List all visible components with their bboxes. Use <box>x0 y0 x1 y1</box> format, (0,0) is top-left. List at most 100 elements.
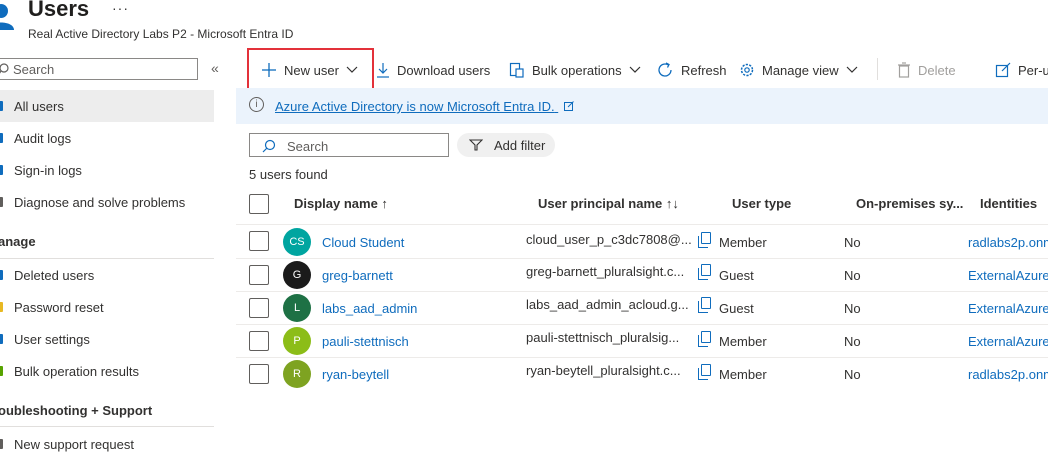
user-name-link[interactable]: labs_aad_admin <box>322 301 417 316</box>
user-name-link[interactable]: Cloud Student <box>322 235 404 250</box>
delete-button[interactable]: Delete <box>897 60 956 80</box>
gear-icon <box>740 63 754 77</box>
page-subtitle: Real Active Directory Labs P2 - Microsof… <box>28 27 294 41</box>
onprem-sync: No <box>844 235 861 250</box>
add-filter-button[interactable]: Add filter <box>457 133 555 157</box>
column-display-name[interactable]: Display name ↑ <box>294 196 388 211</box>
info-icon: i <box>249 97 264 112</box>
download-users-label: Download users <box>397 62 491 78</box>
column-user-type[interactable]: User type <box>732 196 791 211</box>
user-search-placeholder: Search <box>287 139 329 154</box>
sidebar-item-label: Sign-in logs <box>14 163 82 178</box>
sidebar-item-label: Audit logs <box>14 131 72 146</box>
copy-icon[interactable] <box>698 364 711 380</box>
user-search-input[interactable]: Search <box>249 133 449 157</box>
sidebar-item-label: All users <box>14 99 64 114</box>
external-link-icon <box>564 101 575 111</box>
copy-icon[interactable] <box>698 232 711 248</box>
user-type: Member <box>719 235 767 250</box>
table-row[interactable]: G greg-barnett greg-barnett_pluralsight.… <box>0 259 1048 292</box>
avatar: R <box>283 360 311 388</box>
users-icon <box>0 2 14 32</box>
manage-view-button[interactable]: Manage view <box>739 60 858 80</box>
sidebar-item-new-support-request[interactable]: New support request <box>0 428 214 460</box>
user-type: Member <box>719 367 767 382</box>
copy-icon[interactable] <box>698 264 711 280</box>
onprem-sync: No <box>844 301 861 316</box>
identity-link[interactable]: radlabs2p.onm <box>968 235 1048 250</box>
sidebar-section-support: oubleshooting + Support <box>0 403 153 418</box>
per-user-mfa-button[interactable]: Per-u <box>995 60 1048 80</box>
identity-link[interactable]: ExternalAzure... <box>968 334 1048 349</box>
user-principal-name: greg-barnett_pluralsight.c... <box>526 264 685 279</box>
sidebar-item-all-users[interactable]: All users <box>0 90 214 122</box>
more-options-button[interactable]: ··· <box>112 0 129 16</box>
entra-rename-link[interactable]: Azure Active Directory is now Microsoft … <box>275 99 575 114</box>
info-banner: i Azure Active Directory is now Microsof… <box>236 88 1048 124</box>
bulk-operations-label: Bulk operations <box>532 62 622 78</box>
table-row[interactable]: R ryan-beytell ryan-beytell_pluralsight.… <box>0 358 1048 391</box>
identity-link[interactable]: ExternalAzure... <box>968 268 1048 283</box>
plus-icon <box>262 63 276 77</box>
wrench-icon <box>0 197 3 207</box>
sidebar-item-audit-logs[interactable]: Audit logs <box>0 122 214 154</box>
refresh-button[interactable]: Refresh <box>656 60 727 80</box>
manage-view-label: Manage view <box>762 62 839 78</box>
avatar: P <box>283 327 311 355</box>
filter-icon <box>469 139 483 151</box>
row-checkbox[interactable] <box>249 231 269 251</box>
sign-in-icon <box>0 165 3 175</box>
bulk-operations-button[interactable]: Bulk operations <box>509 60 641 80</box>
toolbar-separator <box>877 58 878 80</box>
user-principal-name: cloud_user_p_c3dc7808@... <box>526 232 692 247</box>
onprem-sync: No <box>844 334 861 349</box>
copy-icon[interactable] <box>698 331 711 347</box>
user-name-link[interactable]: greg-barnett <box>322 268 393 283</box>
row-checkbox[interactable] <box>249 331 269 351</box>
audit-log-icon <box>0 133 3 143</box>
collapse-sidebar-button[interactable]: « <box>211 60 219 76</box>
column-identities[interactable]: Identities <box>980 196 1037 211</box>
row-checkbox[interactable] <box>249 364 269 384</box>
search-icon <box>0 63 9 74</box>
refresh-icon <box>658 62 672 77</box>
sidebar-divider <box>0 426 214 427</box>
column-onprem-sync[interactable]: On-premises sy... <box>856 196 963 211</box>
sidebar-search-input[interactable]: Search <box>0 58 198 80</box>
chevron-down-icon <box>846 66 858 73</box>
sidebar-item-label: New support request <box>14 437 134 452</box>
row-checkbox[interactable] <box>249 265 269 285</box>
column-upn[interactable]: User principal name ↑↓ <box>538 196 679 211</box>
download-users-button[interactable]: Download users <box>376 60 490 80</box>
table-row[interactable]: P pauli-stettnisch pauli-stettnisch_plur… <box>0 325 1048 358</box>
user-principal-name: pauli-stettnisch_pluralsig... <box>526 330 680 345</box>
row-checkbox[interactable] <box>249 298 269 318</box>
user-type: Guest <box>719 268 754 283</box>
trash-icon <box>898 62 910 78</box>
select-all-checkbox[interactable] <box>249 194 269 214</box>
identity-link[interactable]: radlabs2p.onm <box>968 367 1048 382</box>
sidebar-search-placeholder: Search <box>13 62 55 77</box>
delete-label: Delete <box>918 62 956 78</box>
user-principal-name: ryan-beytell_pluralsight.c... <box>526 363 681 378</box>
banner-link-text: Azure Active Directory is now Microsoft … <box>275 99 555 114</box>
table-row[interactable]: L labs_aad_admin labs_aad_admin_acloud.g… <box>0 292 1048 325</box>
table-row[interactable]: CS Cloud Student cloud_user_p_c3dc7808@.… <box>0 225 1048 258</box>
copy-icon[interactable] <box>698 297 711 313</box>
user-name-link[interactable]: pauli-stettnisch <box>322 334 409 349</box>
new-user-button[interactable]: New user <box>261 60 358 80</box>
identity-link[interactable]: ExternalAzure... <box>968 301 1048 316</box>
user-type: Guest <box>719 301 754 316</box>
add-filter-label: Add filter <box>494 138 546 153</box>
sidebar-item-sign-in-logs[interactable]: Sign-in logs <box>0 154 214 186</box>
search-icon <box>262 139 276 153</box>
per-user-label: Per-u <box>1018 62 1048 78</box>
bulk-operations-icon <box>509 62 524 78</box>
results-count: 5 users found <box>249 167 328 182</box>
new-user-label: New user <box>284 62 339 78</box>
user-principal-name: labs_aad_admin_acloud.g... <box>526 297 689 312</box>
refresh-label: Refresh <box>681 62 727 78</box>
sidebar-item-diagnose[interactable]: Diagnose and solve problems <box>0 186 214 218</box>
avatar: G <box>283 261 311 289</box>
user-name-link[interactable]: ryan-beytell <box>322 367 389 382</box>
